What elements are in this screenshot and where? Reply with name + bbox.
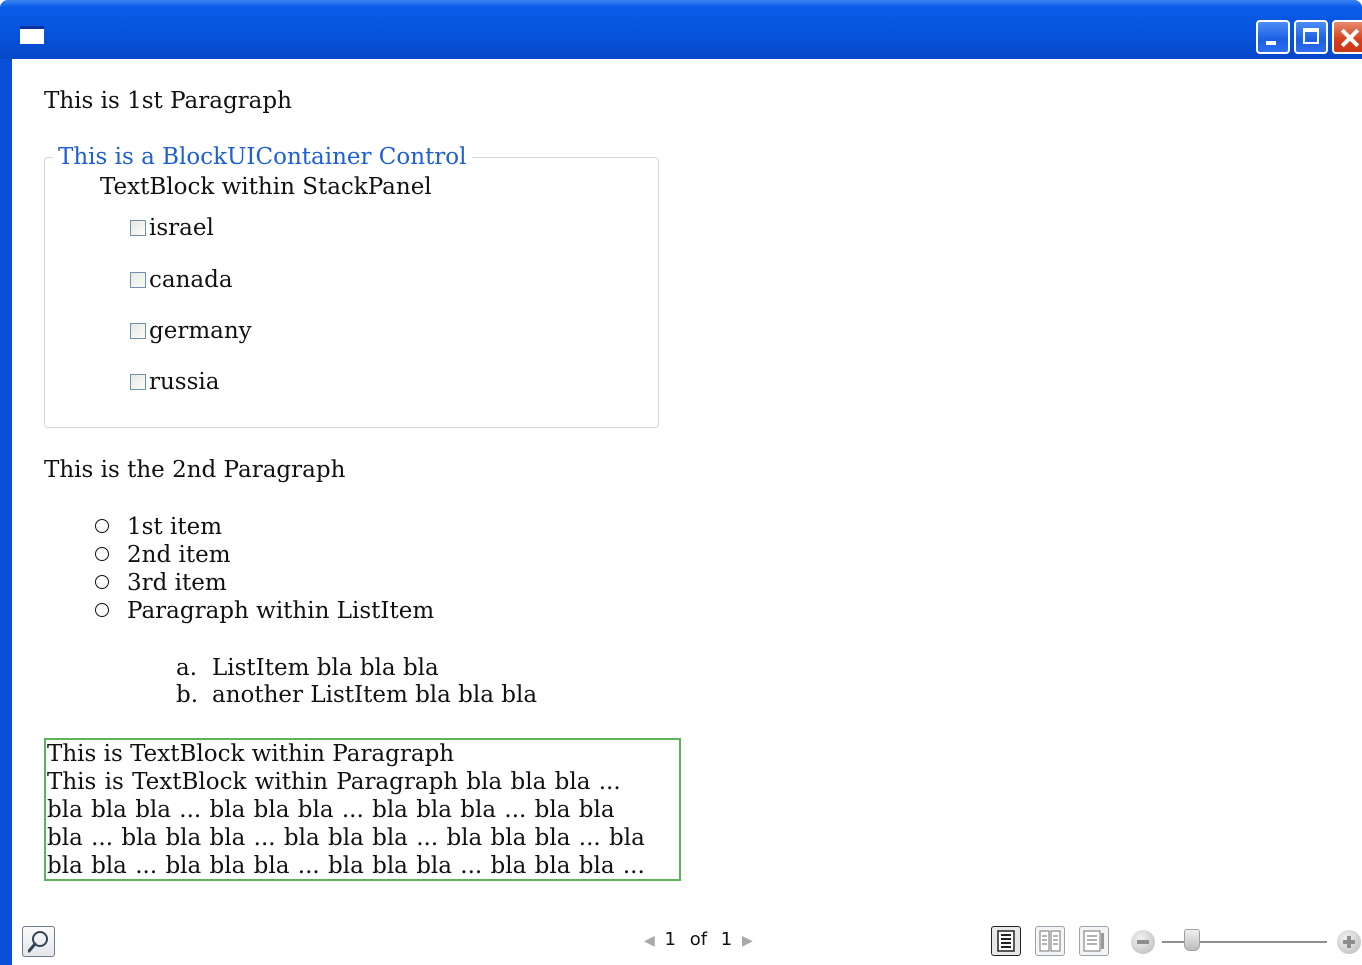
checkbox-label: germany xyxy=(149,318,252,344)
list-item: 3rd item xyxy=(95,570,227,596)
paragraph-2: This is the 2nd Paragraph xyxy=(44,457,346,483)
list-item-text: ListItem bla bla bla xyxy=(212,655,439,681)
sub-list-item: a. ListItem bla bla bla xyxy=(176,655,439,681)
list-item-text: 1st item xyxy=(127,514,223,540)
list-marker: a. xyxy=(176,655,198,681)
title-bar[interactable] xyxy=(0,0,1362,59)
scroll-view-button[interactable] xyxy=(1079,926,1109,956)
zoom-in-icon[interactable] xyxy=(1337,930,1361,954)
country-checkbox-canada[interactable]: canada xyxy=(130,267,233,293)
search-icon xyxy=(28,931,48,953)
textblock-body: This is TextBlock within Paragraph bla b… xyxy=(47,769,645,879)
checkbox-label: canada xyxy=(149,267,233,293)
flow-document-reader: This is 1st Paragraph This is a BlockUIC… xyxy=(12,59,1362,965)
bullet-circle-icon xyxy=(95,547,109,561)
paragraph-1: This is 1st Paragraph xyxy=(44,88,292,114)
minimize-icon[interactable] xyxy=(1256,20,1290,54)
country-checkbox-germany[interactable]: germany xyxy=(130,318,252,344)
zoom-out-icon[interactable] xyxy=(1131,930,1155,954)
list-item-text: 3rd item xyxy=(127,570,227,596)
list-item-text: 2nd item xyxy=(127,542,231,568)
window: This is 1st Paragraph This is a BlockUIC… xyxy=(0,0,1362,965)
checkbox-box[interactable] xyxy=(130,272,146,288)
close-icon[interactable] xyxy=(1332,20,1362,54)
page-of: of xyxy=(689,929,708,950)
bullet-circle-icon xyxy=(95,575,109,589)
list-item: Paragraph within ListItem xyxy=(95,598,434,624)
checkbox-label: israel xyxy=(149,215,214,241)
document-area: This is 1st Paragraph This is a BlockUIC… xyxy=(12,59,1362,917)
list-item-text: Paragraph within ListItem xyxy=(127,598,435,624)
maximize-icon[interactable] xyxy=(1294,20,1328,54)
two-page-view-button[interactable] xyxy=(1035,926,1065,956)
zoom-slider-thumb[interactable] xyxy=(1184,929,1201,951)
window-icon[interactable] xyxy=(20,26,44,44)
scroll-page-icon xyxy=(1083,930,1104,952)
page-total: 1 xyxy=(720,929,733,950)
block-ui-legend: This is a BlockUIContainer Control xyxy=(53,144,472,170)
page-navigator: ◀ 1 of 1 ▶ xyxy=(644,929,753,950)
list-item: 1st item xyxy=(95,514,222,540)
page-current: 1 xyxy=(664,929,676,950)
reader-toolbar: ◀ 1 of 1 ▶ xyxy=(12,917,1362,965)
stackpanel-title: TextBlock within StackPanel xyxy=(100,174,432,200)
list-item-text: another ListItem bla bla bla xyxy=(212,682,538,708)
checkbox-label: russia xyxy=(149,369,220,395)
checkbox-box[interactable] xyxy=(130,323,146,339)
two-page-icon xyxy=(1039,930,1061,952)
country-checkbox-israel[interactable]: israel xyxy=(130,215,214,241)
block-ui-container: This is a BlockUIContainer Control TextB… xyxy=(44,144,659,428)
list-item: 2nd item xyxy=(95,542,231,568)
list-marker: b. xyxy=(176,682,199,708)
checkbox-box[interactable] xyxy=(130,374,146,390)
sub-list-item: b. another ListItem bla bla bla xyxy=(176,682,537,708)
previous-page-icon[interactable]: ◀ xyxy=(644,933,655,949)
single-page-view-button[interactable] xyxy=(991,926,1021,956)
find-button[interactable] xyxy=(22,926,55,957)
bullet-circle-icon xyxy=(95,603,109,617)
country-checkbox-russia[interactable]: russia xyxy=(130,369,219,395)
next-page-icon[interactable]: ▶ xyxy=(742,933,753,949)
textblock-within-paragraph: This is TextBlock within Paragraph This … xyxy=(44,738,681,881)
single-page-icon xyxy=(997,930,1015,952)
checkbox-box[interactable] xyxy=(130,220,146,236)
bullet-circle-icon xyxy=(95,519,109,533)
textblock-line-1: This is TextBlock within Paragraph xyxy=(47,741,455,767)
